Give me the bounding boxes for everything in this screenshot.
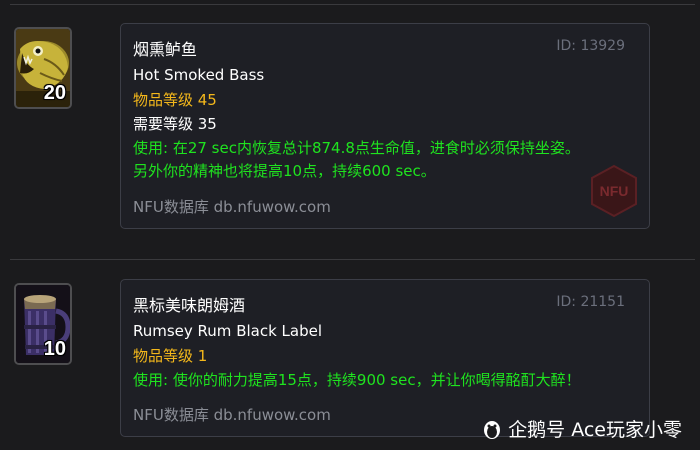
- nfu-logo-text: NFU: [600, 183, 629, 199]
- source-link[interactable]: NFU数据库 db.nfuwow.com: [133, 405, 331, 425]
- item-icon-slot[interactable]: 20: [14, 27, 72, 109]
- watermark-text: 企鹅号 Ace玩家小零: [508, 419, 682, 441]
- item-tooltip-card: 烟熏鲈鱼 ID: 13929 Hot Smoked Bass 物品等级 45 需…: [120, 23, 650, 229]
- item-id: ID: 21151: [556, 294, 625, 310]
- item-name-cn[interactable]: 烟熏鲈鱼: [133, 40, 197, 60]
- item-name-cn[interactable]: 黑标美味朗姆酒: [133, 296, 245, 316]
- use-effect-line-1: 使用: 使你的耐力提高15点，持续900 sec，并让你喝得酩酊大醉！: [133, 371, 581, 389]
- penguin-icon: [484, 420, 501, 439]
- use-effect-line-1: 使用: 在27 sec内恢复总计874.8点生命值，进食时必须保持坐姿。: [133, 139, 580, 157]
- watermark: 企鹅号 Ace玩家小零: [482, 415, 682, 442]
- item-level: 物品等级 1: [133, 347, 208, 365]
- top-divider: [10, 4, 695, 5]
- source-link[interactable]: NFU数据库 db.nfuwow.com: [133, 197, 331, 217]
- use-effect-line-2: 另外你的精神也将提高10点，持续600 sec。: [133, 162, 436, 180]
- item-name-en: Hot Smoked Bass: [133, 66, 265, 84]
- item-level: 物品等级 45: [133, 91, 217, 109]
- item-id: ID: 13929: [556, 38, 625, 54]
- stack-count: 20: [43, 82, 66, 104]
- item-icon-slot[interactable]: 10: [14, 283, 72, 365]
- item-tooltip-card: 黑标美味朗姆酒 ID: 21151 Rumsey Rum Black Label…: [120, 279, 650, 437]
- nfu-logo-icon: NFU: [591, 164, 637, 218]
- stack-count: 10: [43, 338, 66, 360]
- middle-divider: [10, 259, 695, 260]
- required-level: 需要等级 35: [133, 115, 217, 133]
- item-name-en: Rumsey Rum Black Label: [133, 322, 323, 340]
